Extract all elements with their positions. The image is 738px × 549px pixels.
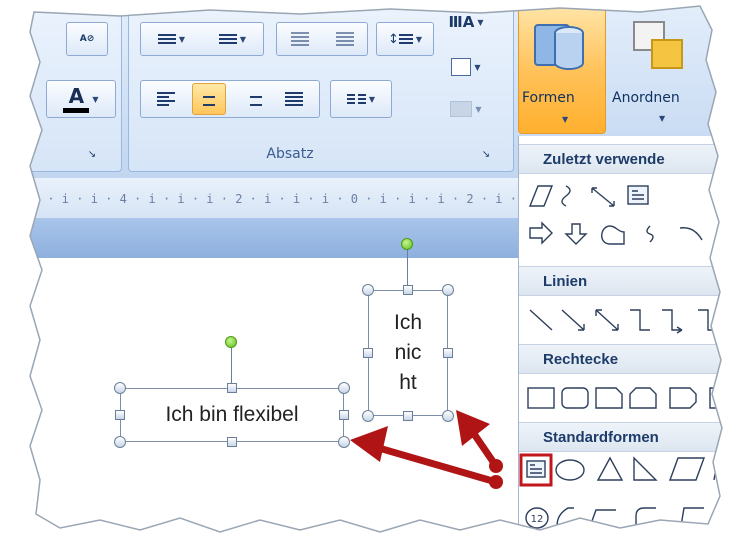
- arrow-to-vertical-box: [456, 410, 503, 473]
- arrow-to-horizontal-box: [350, 426, 503, 489]
- annotation-arrows: [350, 410, 503, 489]
- powerpoint-window: A⊘ A ▼ ↘ ▼ ▼ ↕ ▼ ⅢA ▼ ▼ ▼ ▼ Absatz ↘ ▼ F…: [0, 0, 738, 549]
